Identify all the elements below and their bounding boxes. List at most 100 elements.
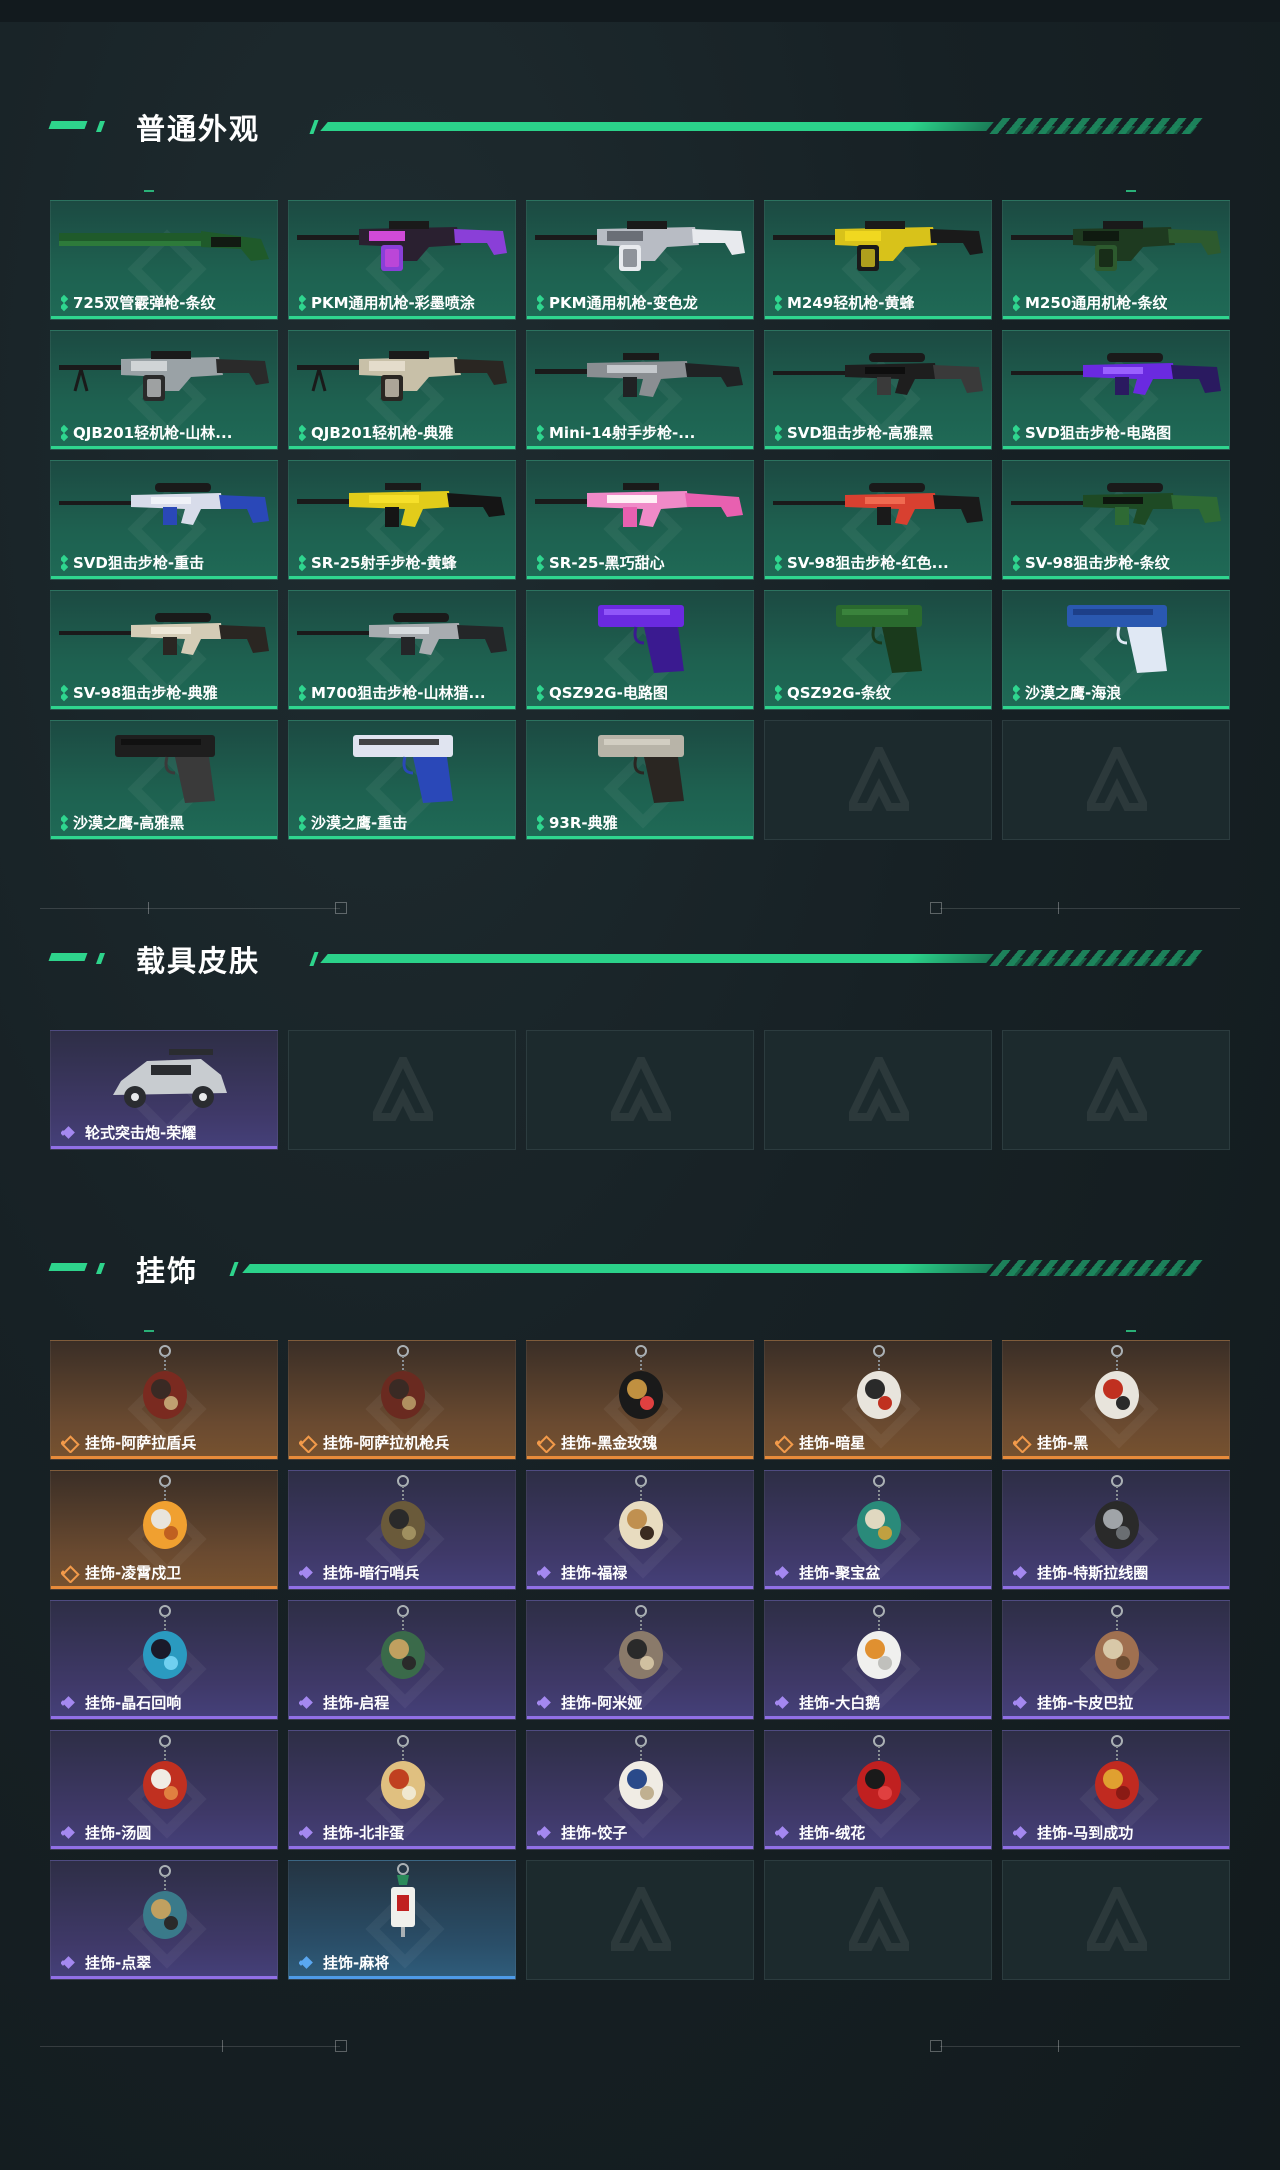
rarity-diamond-icon: [537, 1826, 555, 1840]
item-label: 挂饰-绒花: [775, 1822, 985, 1843]
rarity-bar: [51, 1846, 277, 1849]
rarity-diamond-icon: [299, 1826, 317, 1840]
rarity-bar: [289, 446, 515, 449]
item-card[interactable]: 挂饰-麻将: [288, 1860, 516, 1980]
item-label: 挂饰-黑金玫瑰: [537, 1432, 747, 1453]
item-image: [619, 1605, 663, 1679]
rarity-bar: [527, 1846, 753, 1849]
item-card[interactable]: SVD狙击步枪-重击: [50, 460, 278, 580]
empty-slot: [526, 1860, 754, 1980]
corner-tick: [144, 1330, 154, 1332]
item-label: PKM通用机枪-变色龙: [537, 292, 747, 313]
vehicle-grid: 轮式突击炮-荣耀: [50, 1030, 1230, 1150]
item-card[interactable]: 沙漠之鹰-高雅黑: [50, 720, 278, 840]
item-card[interactable]: 挂饰-大白鹅: [764, 1600, 992, 1720]
rarity-bar: [289, 1976, 515, 1979]
rarity-bar: [527, 1716, 753, 1719]
section-header: 载具皮肤: [0, 936, 1280, 978]
section-header: 挂饰: [0, 1246, 1280, 1288]
item-name: SVD狙击步枪-高雅黑: [787, 424, 934, 442]
item-card[interactable]: 挂饰-福禄: [526, 1470, 754, 1590]
item-card[interactable]: 挂饰-暗星: [764, 1340, 992, 1460]
item-card[interactable]: 挂饰-饺子: [526, 1730, 754, 1850]
item-card[interactable]: SR-25-黑巧甜心: [526, 460, 754, 580]
item-name: 挂饰-马到成功: [1037, 1824, 1134, 1842]
item-card[interactable]: QSZ92G-电路图: [526, 590, 754, 710]
item-card[interactable]: 挂饰-黑: [1002, 1340, 1230, 1460]
header-checker: [1000, 958, 1198, 966]
item-name: 沙漠之鹰-海浪: [1025, 684, 1122, 702]
item-card[interactable]: M249轻机枪-黄蜂: [764, 200, 992, 320]
item-card[interactable]: SVD狙击步枪-电路图: [1002, 330, 1230, 450]
item-card[interactable]: QJB201轻机枪-典雅: [288, 330, 516, 450]
item-image: [619, 1475, 663, 1549]
item-card[interactable]: 挂饰-聚宝盆: [764, 1470, 992, 1590]
item-label: 挂饰-马到成功: [1013, 1822, 1223, 1843]
item-image: [857, 1735, 901, 1809]
item-name: SV-98狙击步枪-条纹: [1025, 554, 1170, 572]
item-card[interactable]: SV-98狙击步枪-条纹: [1002, 460, 1230, 580]
rarity-bar: [51, 1586, 277, 1589]
item-card[interactable]: 沙漠之鹰-海浪: [1002, 590, 1230, 710]
header-checker: [1000, 1268, 1198, 1276]
item-card[interactable]: SV-98狙击步枪-红色...: [764, 460, 992, 580]
item-card[interactable]: 挂饰-暗行哨兵: [288, 1470, 516, 1590]
rarity-bar: [51, 1146, 277, 1149]
rarity-diamond-icon: [775, 1826, 793, 1840]
rarity-diamond-icon: [61, 1956, 79, 1970]
rarity-bar: [765, 1456, 991, 1459]
item-card[interactable]: 725双管霰弹枪-条纹: [50, 200, 278, 320]
item-card[interactable]: 93R-典雅: [526, 720, 754, 840]
rarity-bar: [765, 1586, 991, 1589]
item-card[interactable]: QJB201轻机枪-山林...: [50, 330, 278, 450]
item-card[interactable]: 挂饰-绒花: [764, 1730, 992, 1850]
item-card[interactable]: QSZ92G-条纹: [764, 590, 992, 710]
item-card[interactable]: 挂饰-启程: [288, 1600, 516, 1720]
item-card[interactable]: 挂饰-凌霄戍卫: [50, 1470, 278, 1590]
item-card[interactable]: 挂饰-阿萨拉机枪兵: [288, 1340, 516, 1460]
placeholder-logo-icon: [1087, 747, 1147, 811]
item-card[interactable]: 挂饰-阿米娅: [526, 1600, 754, 1720]
item-card[interactable]: SV-98狙击步枪-典雅: [50, 590, 278, 710]
header-checker: [1000, 126, 1198, 134]
rarity-bar: [527, 706, 753, 709]
item-label: 挂饰-阿萨拉盾兵: [61, 1432, 271, 1453]
item-card[interactable]: 挂饰-晶石回响: [50, 1600, 278, 1720]
item-card[interactable]: PKM通用机枪-变色龙: [526, 200, 754, 320]
weapon-grid: 725双管霰弹枪-条纹 PKM通用机枪-彩墨喷涂 PKM通用机枪-变色龙 M249轻机…: [50, 200, 1230, 840]
item-card[interactable]: 沙漠之鹰-重击: [288, 720, 516, 840]
item-card[interactable]: Mini-14射手步枪-...: [526, 330, 754, 450]
item-name: QJB201轻机枪-山林...: [73, 424, 233, 442]
item-label: 挂饰-暗星: [775, 1432, 985, 1453]
item-card[interactable]: 挂饰-汤圆: [50, 1730, 278, 1850]
item-label: 挂饰-启程: [299, 1692, 509, 1713]
item-card[interactable]: PKM通用机枪-彩墨喷涂: [288, 200, 516, 320]
item-name: 挂饰-聚宝盆: [799, 1564, 881, 1582]
item-label: PKM通用机枪-彩墨喷涂: [299, 292, 509, 313]
item-image: [535, 353, 743, 397]
item-name: 沙漠之鹰-重击: [311, 814, 408, 832]
item-card[interactable]: 挂饰-北非蛋: [288, 1730, 516, 1850]
item-name: 挂饰-晶石回响: [85, 1694, 182, 1712]
item-card[interactable]: 轮式突击炮-荣耀: [50, 1030, 278, 1150]
item-card[interactable]: 挂饰-特斯拉线圈: [1002, 1470, 1230, 1590]
rarity-bar: [51, 706, 277, 709]
item-card[interactable]: SVD狙击步枪-高雅黑: [764, 330, 992, 450]
empty-slot: [764, 1860, 992, 1980]
rarity-bar: [1003, 1456, 1229, 1459]
item-card[interactable]: 挂饰-黑金玫瑰: [526, 1340, 754, 1460]
item-card[interactable]: 挂饰-卡皮巴拉: [1002, 1600, 1230, 1720]
placeholder-logo-icon: [373, 1057, 433, 1121]
item-card[interactable]: 挂饰-马到成功: [1002, 1730, 1230, 1850]
rarity-bar: [1003, 576, 1229, 579]
item-card[interactable]: M700狙击步枪-山林猎...: [288, 590, 516, 710]
item-label: 挂饰-聚宝盆: [775, 1562, 985, 1583]
item-card[interactable]: 挂饰-阿萨拉盾兵: [50, 1340, 278, 1460]
item-image: [59, 231, 269, 261]
item-card[interactable]: 挂饰-点翠: [50, 1860, 278, 1980]
header-bar: [320, 954, 994, 963]
item-card[interactable]: M250通用机枪-条纹: [1002, 200, 1230, 320]
rarity-bar: [51, 836, 277, 839]
rarity-bar: [289, 1846, 515, 1849]
item-card[interactable]: SR-25射手步枪-黄蜂: [288, 460, 516, 580]
